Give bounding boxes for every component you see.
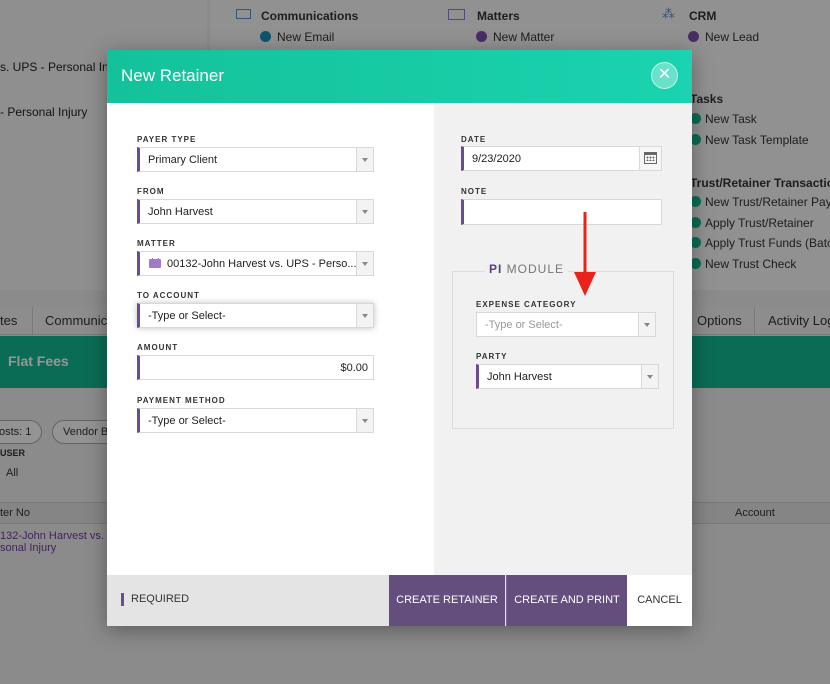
from-value: John Harvest (148, 206, 213, 218)
party-value: John Harvest (487, 371, 552, 383)
date-input[interactable]: 9/23/2020 (461, 146, 662, 171)
payer-type-select[interactable]: Primary Client (137, 147, 374, 172)
chevron-down-icon[interactable] (356, 409, 373, 432)
annotation-arrow-icon (574, 212, 596, 296)
chevron-down-icon[interactable] (356, 304, 373, 327)
modal-header: New Retainer ✕ (107, 50, 692, 103)
chevron-down-icon[interactable] (638, 313, 655, 336)
date-label: DATE (461, 135, 487, 144)
close-icon[interactable]: ✕ (651, 62, 678, 89)
pi-module-suffix: MODULE (502, 262, 565, 276)
to-account-placeholder: -Type or Select- (148, 310, 226, 322)
calendar-icon (644, 152, 657, 164)
modal-title: New Retainer (121, 66, 224, 85)
amount-value: $0.00 (340, 362, 368, 374)
note-input[interactable] (461, 199, 662, 225)
party-select[interactable]: John Harvest (476, 364, 659, 389)
new-retainer-modal: New Retainer ✕ PAYER TYPE Primary Client… (107, 50, 692, 626)
chevron-down-icon[interactable] (356, 200, 373, 223)
matter-select[interactable]: 00132-John Harvest vs. UPS - Perso... (137, 251, 374, 276)
expense-category-select[interactable]: -Type or Select- (476, 312, 656, 337)
payer-type-label: PAYER TYPE (137, 135, 197, 144)
from-select[interactable]: John Harvest (137, 199, 374, 224)
payer-type-value: Primary Client (148, 154, 218, 166)
modal-footer: REQUIRED CREATE RETAINER CREATE AND PRIN… (107, 575, 692, 626)
to-account-select[interactable]: -Type or Select- (137, 303, 374, 328)
create-and-print-button[interactable]: CREATE AND PRINT (506, 575, 627, 626)
briefcase-icon (149, 258, 161, 268)
pi-module-prefix: PI (489, 262, 503, 276)
chevron-down-icon[interactable] (356, 252, 373, 275)
party-label: PARTY (476, 352, 508, 361)
date-value: 9/23/2020 (472, 153, 521, 165)
chevron-down-icon[interactable] (641, 365, 658, 388)
expense-category-placeholder: -Type or Select- (485, 319, 563, 331)
matter-label: MATTER (137, 239, 176, 248)
amount-label: AMOUNT (137, 343, 179, 352)
required-legend: REQUIRED (131, 593, 190, 605)
payment-method-label: PAYMENT METHOD (137, 396, 226, 405)
required-marker (121, 593, 124, 606)
matter-value: 00132-John Harvest vs. UPS - Perso... (167, 258, 357, 270)
to-account-label: TO ACCOUNT (137, 291, 200, 300)
pi-module-box (452, 271, 674, 429)
from-label: FROM (137, 187, 165, 196)
amount-input[interactable]: $0.00 (137, 355, 374, 380)
retainer-form-left (107, 103, 434, 575)
payment-method-placeholder: -Type or Select- (148, 415, 226, 427)
expense-category-label: EXPENSE CATEGORY (476, 300, 577, 309)
create-retainer-button[interactable]: CREATE RETAINER (389, 575, 505, 626)
calendar-button[interactable] (639, 147, 661, 170)
pi-module-title: PI MODULE (485, 262, 569, 276)
payment-method-select[interactable]: -Type or Select- (137, 408, 374, 433)
cancel-button[interactable]: CANCEL (627, 575, 692, 626)
chevron-down-icon[interactable] (356, 148, 373, 171)
note-label: NOTE (461, 187, 488, 196)
